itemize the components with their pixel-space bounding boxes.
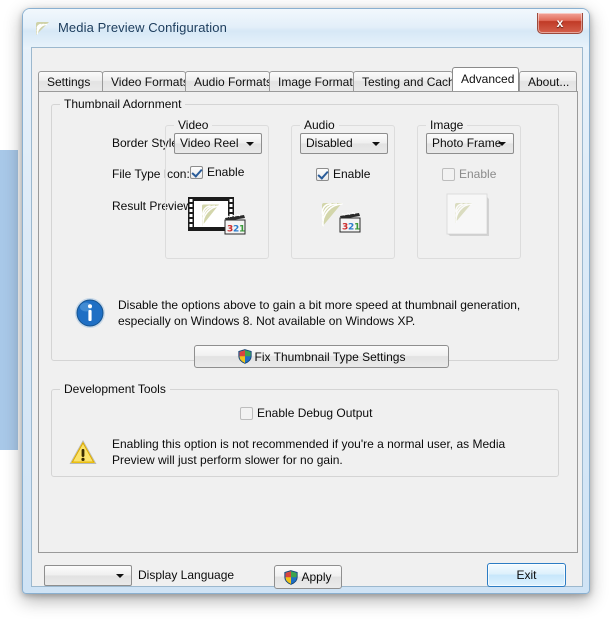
tab-label: Testing and Cache	[362, 75, 462, 89]
display-language-label: Display Language	[138, 568, 235, 582]
tab-image-formats[interactable]: Image Formats	[269, 71, 359, 91]
tab-page-advanced: Thumbnail Adornment Border Style: File T…	[38, 91, 578, 589]
tab-video-formats[interactable]: Video Formats	[102, 71, 189, 91]
audio-file-type-icon-checkbox[interactable]: Enable	[316, 167, 370, 181]
tab-settings[interactable]: Settings	[38, 71, 103, 91]
information-icon	[74, 297, 106, 329]
thumbnail-adornment-group: Thumbnail Adornment Border Style: File T…	[51, 97, 562, 368]
tab-label: Advanced	[461, 72, 515, 86]
button-label: Apply	[301, 570, 332, 584]
checkbox-box	[316, 167, 329, 181]
title-bar[interactable]: Media Preview Configuration x	[23, 9, 589, 49]
application-window: Media Preview Configuration x Settings V…	[22, 8, 590, 594]
audio-border-style-combo[interactable]: Disabled	[300, 133, 388, 154]
checkbox-label: Enable	[207, 165, 245, 179]
image-file-type-icon-checkbox[interactable]: Enable	[442, 167, 496, 181]
combo-value: Photo Frame	[432, 136, 502, 150]
apply-button[interactable]: Apply	[274, 565, 342, 589]
chevron-down-icon	[246, 142, 254, 146]
button-label: Exit	[516, 568, 537, 582]
desktop-accent-strip	[0, 150, 18, 450]
tab-testing-and-cache[interactable]: Testing and Cache	[353, 71, 461, 91]
chevron-down-icon	[372, 142, 380, 146]
close-button[interactable]: x	[537, 13, 583, 34]
svg-text:1: 1	[239, 225, 245, 235]
checkbox-box	[190, 165, 203, 179]
checkbox-box	[442, 167, 455, 181]
checkbox-box	[240, 406, 253, 420]
button-label: Fix Thumbnail Type Settings	[254, 349, 406, 364]
fix-thumbnail-type-settings-button[interactable]: Fix Thumbnail Type Settings	[194, 345, 449, 368]
video-file-type-icon-checkbox[interactable]: Enable	[190, 165, 244, 179]
tab-strip: Settings Video Formats Audio Formats Ima…	[38, 67, 578, 91]
svg-text:1: 1	[354, 223, 360, 233]
tab-advanced[interactable]: Advanced	[452, 67, 519, 91]
audio-group-title: Audio	[300, 118, 339, 132]
tab-label: Audio Formats	[194, 75, 273, 89]
combo-value: Video Reel	[180, 136, 239, 150]
video-border-style-combo[interactable]: Video Reel	[174, 133, 262, 154]
chevron-down-icon	[116, 574, 124, 578]
group-title: Development Tools	[60, 382, 170, 396]
tab-label: Image Formats	[278, 75, 359, 89]
group-title: Thumbnail Adornment	[60, 97, 186, 111]
enable-debug-output-checkbox[interactable]: Enable Debug Output	[240, 406, 372, 420]
dialog-client-area: Settings Video Formats Audio Formats Ima…	[31, 47, 583, 589]
app-logo-icon	[34, 20, 52, 38]
image-group-title: Image	[426, 118, 468, 132]
exit-button[interactable]: Exit	[487, 563, 566, 587]
photo-frame-thumbnail-icon	[438, 191, 500, 237]
image-border-style-combo[interactable]: Photo Frame	[426, 133, 514, 154]
chevron-down-icon	[498, 142, 506, 146]
warning-panel: Enabling this option is not recommended …	[68, 436, 544, 474]
checkbox-label: Enable Debug Output	[257, 406, 373, 420]
info-message: Disable the options above to gain a bit …	[118, 298, 521, 328]
tab-audio-formats[interactable]: Audio Formats	[185, 71, 273, 91]
tab-label: Settings	[47, 75, 91, 89]
display-language-combo[interactable]	[44, 565, 132, 586]
tab-label: About...	[528, 75, 570, 89]
combo-value: Disabled	[306, 136, 353, 150]
checkbox-label: Enable	[333, 167, 371, 181]
audio-plain-thumbnail-icon: 3 2 1	[314, 195, 376, 241]
video-reel-thumbnail-icon: 3 2 1	[186, 193, 248, 239]
window-title: Media Preview Configuration	[58, 20, 227, 35]
info-panel: Disable the options above to gain a bit …	[74, 297, 562, 337]
video-group-title: Video	[174, 118, 213, 132]
close-icon: x	[556, 16, 564, 30]
uac-shield-icon	[237, 349, 252, 364]
development-tools-group: Development Tools Enable Debug Output En…	[51, 382, 559, 477]
warning-triangle-icon	[68, 438, 98, 466]
checkbox-label: Enable	[459, 167, 497, 181]
uac-shield-icon	[284, 569, 299, 585]
tab-label: Video Formats	[111, 75, 189, 89]
tab-about[interactable]: About...	[519, 71, 577, 91]
warning-message: Enabling this option is not recommended …	[112, 437, 506, 467]
